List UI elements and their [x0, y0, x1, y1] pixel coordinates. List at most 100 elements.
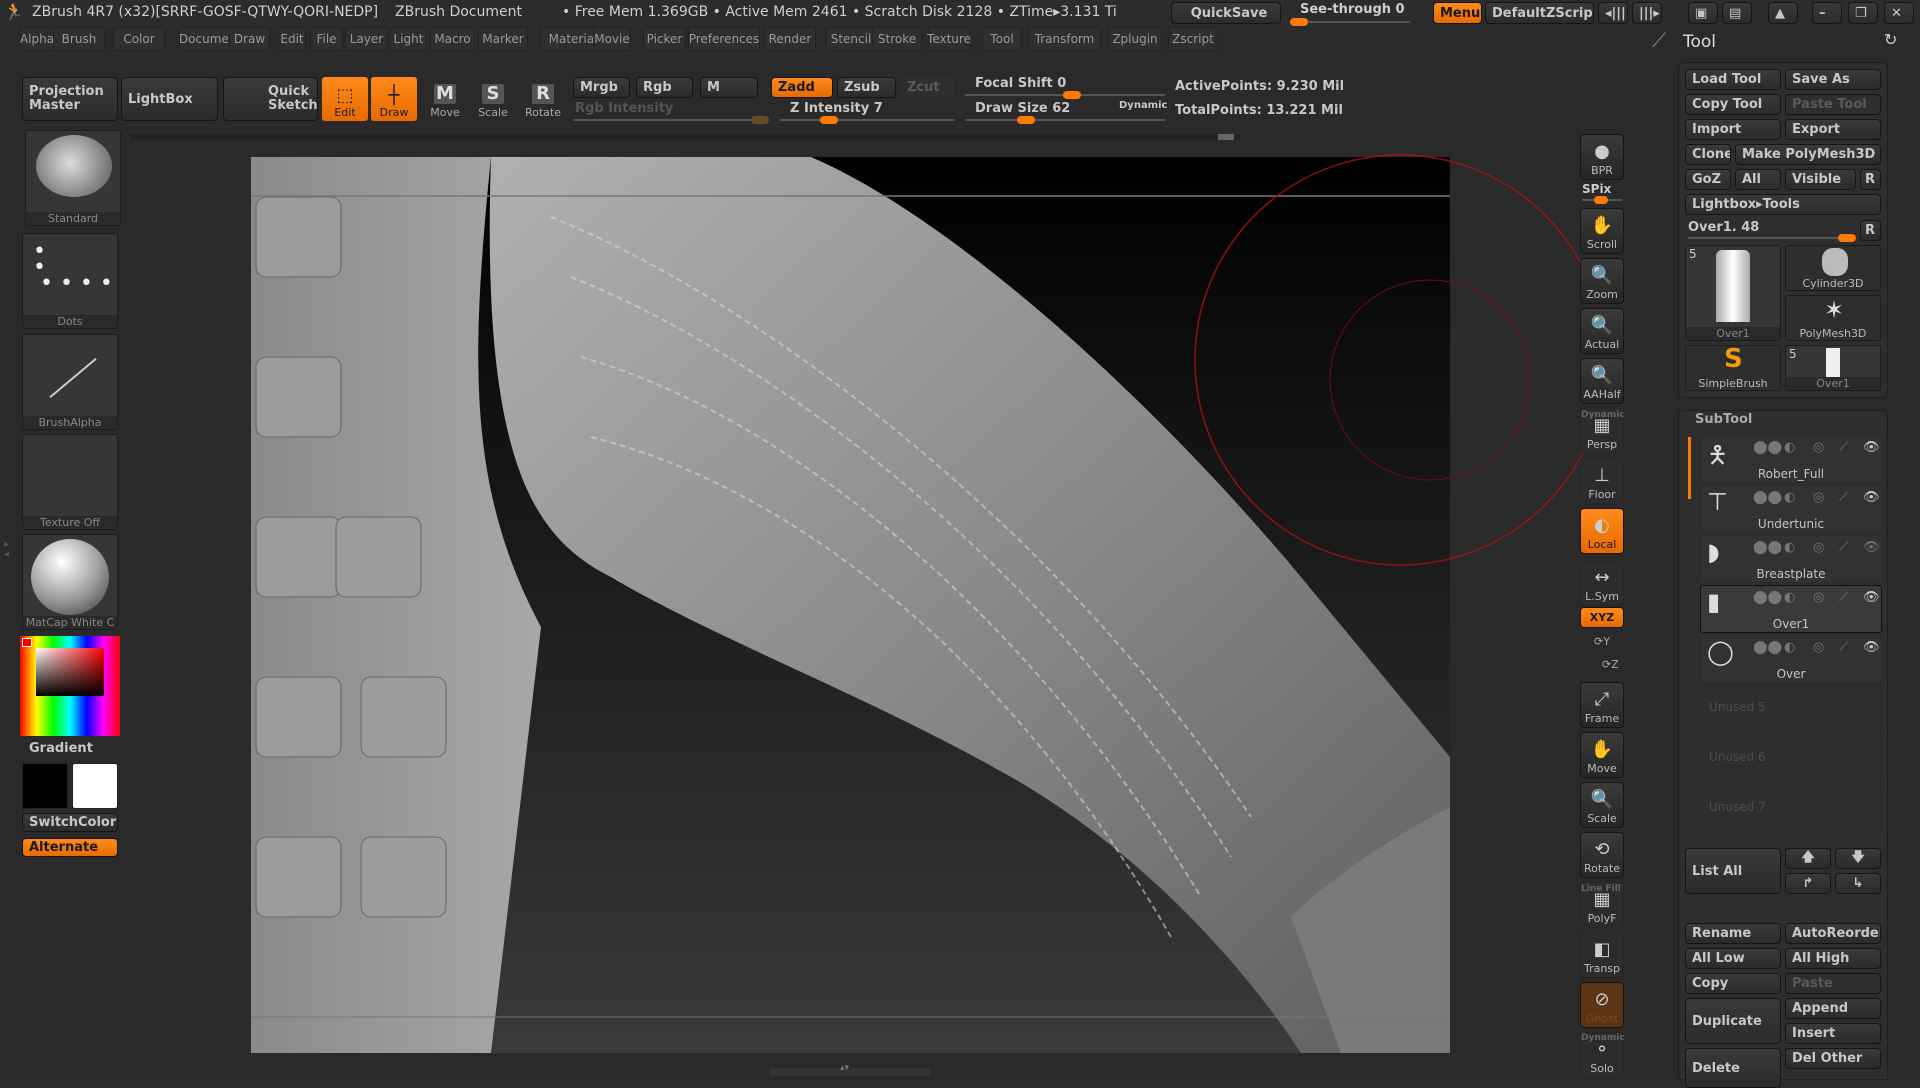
all-low-button[interactable]: All Low [1685, 948, 1781, 969]
list-all-button[interactable]: List All [1685, 848, 1781, 894]
shrink-icon[interactable]: ◂||| [1598, 2, 1628, 24]
duplicate-button[interactable]: Duplicate [1685, 998, 1781, 1044]
secondary-color-white[interactable] [72, 763, 118, 809]
expand-icon[interactable]: |||▸ [1632, 2, 1662, 24]
menu-transform[interactable]: Transform [1028, 27, 1101, 51]
copy-tool-button[interactable]: Copy Tool [1685, 94, 1781, 115]
local-button[interactable]: ◐ Local [1580, 508, 1624, 554]
color-saturation-square[interactable] [36, 648, 104, 696]
material-toggle-icon[interactable]: ◐ [1784, 640, 1795, 655]
zsub-button[interactable]: Zsub [837, 77, 896, 98]
brush-toggle-icon[interactable]: ⟋ [1839, 590, 1848, 605]
close-icon[interactable]: ✕ [1884, 2, 1914, 24]
subtool-item[interactable]: 🯅 ⬤⬤ ◐ ◎ ⟋ 👁 Robert_Full [1700, 435, 1882, 483]
merge-toggle-icon[interactable]: ◎ [1813, 440, 1824, 455]
menu-stroke[interactable]: Stroke [872, 27, 922, 51]
switch-color-button[interactable]: SwitchColor [22, 813, 118, 832]
polypaint-toggle-icon[interactable]: ⬤⬤ [1753, 440, 1782, 455]
select-up-button[interactable]: ↱ [1785, 873, 1831, 894]
del-other-button[interactable]: Del Other [1785, 1048, 1881, 1069]
subtool-item[interactable]: ◗ ⬤⬤ ◐ ◎ ⟋ 👁 Breastplate [1700, 535, 1882, 583]
y-rotate-button[interactable]: ⟳Y [1594, 635, 1610, 648]
menus-button[interactable]: Menus [1433, 2, 1482, 24]
material-toggle-icon[interactable]: ◐ [1784, 540, 1795, 555]
eye-visibility-icon[interactable]: 👁 [1863, 640, 1880, 655]
polypaint-toggle-icon[interactable]: ⬤⬤ [1753, 640, 1782, 655]
menu-alpha[interactable]: Alpha [20, 27, 54, 51]
brush-toggle-icon[interactable]: ⟋ [1839, 440, 1848, 455]
rotate-button[interactable]: R Rotate [520, 77, 566, 121]
brush-selector[interactable]: Standard [25, 130, 121, 226]
polypaint-toggle-icon[interactable]: ⬤⬤ [1753, 540, 1782, 555]
subtool-item[interactable]: ▮ ⬤⬤ ◐ ◎ ⟋ 👁 Over1 [1700, 585, 1882, 633]
menu-stencil[interactable]: Stencil [826, 27, 876, 51]
goz-all-button[interactable]: All [1735, 169, 1781, 190]
draw-size-slider[interactable] [965, 116, 1165, 124]
move-button[interactable]: ✋ Move [1580, 732, 1624, 778]
goz-r-button[interactable]: R [1860, 169, 1881, 190]
tool-thumb-polymesh3d[interactable]: ✶ PolyMesh3D [1785, 295, 1881, 341]
mrgb-button[interactable]: Mrgb [573, 77, 630, 98]
goz-button[interactable]: GoZ [1685, 169, 1731, 190]
menu-brush[interactable]: Brush [53, 27, 105, 51]
menu-preferences[interactable]: Preferences [688, 27, 760, 51]
merge-toggle-icon[interactable]: ◎ [1813, 540, 1824, 555]
subtool-item[interactable]: ◯ ⬤⬤ ◐ ◎ ⟋ 👁 Over [1700, 635, 1882, 683]
dynamic-toggle[interactable]: Dynamic [1119, 100, 1167, 111]
scroll-button[interactable]: ✋ Scroll [1580, 208, 1624, 254]
export-button[interactable]: Export [1785, 119, 1881, 140]
brush-toggle-icon[interactable]: ⟋ [1839, 640, 1848, 655]
tool-slider[interactable] [1688, 234, 1856, 242]
floor-button[interactable]: ⊥ Floor [1580, 458, 1624, 504]
goz-visible-button[interactable]: Visible [1785, 169, 1856, 190]
tool-thumb-cylinder3d[interactable]: Cylinder3D [1785, 245, 1881, 291]
alternate-button[interactable]: Alternate [22, 838, 118, 857]
eye-visibility-icon[interactable]: 👁 [1863, 490, 1880, 505]
subtool-item[interactable]: Unused 5 [1700, 685, 1882, 733]
left-tray-toggle-icon[interactable]: ▸ ◂ [4, 540, 9, 560]
menu-light[interactable]: Light [390, 27, 427, 51]
menu-color[interactable]: Color [113, 27, 165, 51]
frame-button[interactable]: ⤢ Frame [1580, 682, 1624, 728]
save-as-button[interactable]: Save As [1785, 69, 1881, 90]
zcut-button[interactable]: Zcut [900, 77, 955, 98]
menu-picker[interactable]: Picker [643, 27, 686, 51]
z-intensity-slider[interactable] [780, 116, 955, 124]
subtool-item[interactable]: ⊤ ⬤⬤ ◐ ◎ ⟋ 👁 Undertunic [1700, 485, 1882, 533]
menu-marker[interactable]: Marker [478, 27, 528, 51]
clone-button[interactable]: Clone [1685, 144, 1731, 165]
rotate-button[interactable]: ⟲ Rotate [1580, 832, 1624, 878]
menu-render[interactable]: Render [764, 27, 816, 51]
subtool-item[interactable]: Unused 6 [1700, 735, 1882, 783]
default-zscript-button[interactable]: DefaultZScript [1485, 2, 1594, 24]
move-down-button[interactable]: 🡇 [1835, 848, 1881, 869]
see-through-slider[interactable] [1290, 18, 1410, 26]
zadd-button[interactable]: Zadd [771, 77, 833, 98]
eye-visibility-icon[interactable]: 👁 [1863, 590, 1880, 605]
scale-button[interactable]: S Scale [470, 77, 516, 121]
rgb-intensity-slider[interactable] [573, 116, 769, 124]
material-toggle-icon[interactable]: ◐ [1784, 590, 1795, 605]
lock-icon[interactable]: ▲ [1768, 2, 1798, 24]
import-button[interactable]: Import [1685, 119, 1781, 140]
actual-button[interactable]: 🔍 Actual [1580, 308, 1624, 354]
move-up-button[interactable]: 🡅 [1785, 848, 1831, 869]
menu-tool[interactable]: Tool [982, 27, 1022, 51]
menu-layer[interactable]: Layer [345, 27, 388, 51]
move-button[interactable]: M Move [422, 77, 468, 121]
lsym-button[interactable]: ↔ L.Sym [1580, 560, 1624, 606]
merge-toggle-icon[interactable]: ◎ [1813, 490, 1824, 505]
delete-button[interactable]: Delete [1685, 1048, 1781, 1088]
z-rotate-button[interactable]: ⟳Z [1602, 658, 1619, 671]
copy-subtool-button[interactable]: Copy [1685, 973, 1781, 994]
select-down-button[interactable]: ↳ [1835, 873, 1881, 894]
eye-visibility-icon[interactable]: 👁 [1863, 540, 1880, 555]
color-picker[interactable] [20, 636, 120, 736]
brush-toggle-icon[interactable]: ⟋ [1839, 540, 1848, 555]
insert-button[interactable]: Insert [1785, 1023, 1881, 1044]
horizontal-scrollbar[interactable] [130, 134, 1240, 140]
quick-sketch-button[interactable]: Quick Sketch [223, 77, 318, 121]
bpr-button[interactable]: ● BPR [1580, 134, 1624, 180]
minimize-icon[interactable]: – [1812, 2, 1842, 24]
tool-thumb-over1-small[interactable]: 5 Over1 [1785, 345, 1881, 391]
